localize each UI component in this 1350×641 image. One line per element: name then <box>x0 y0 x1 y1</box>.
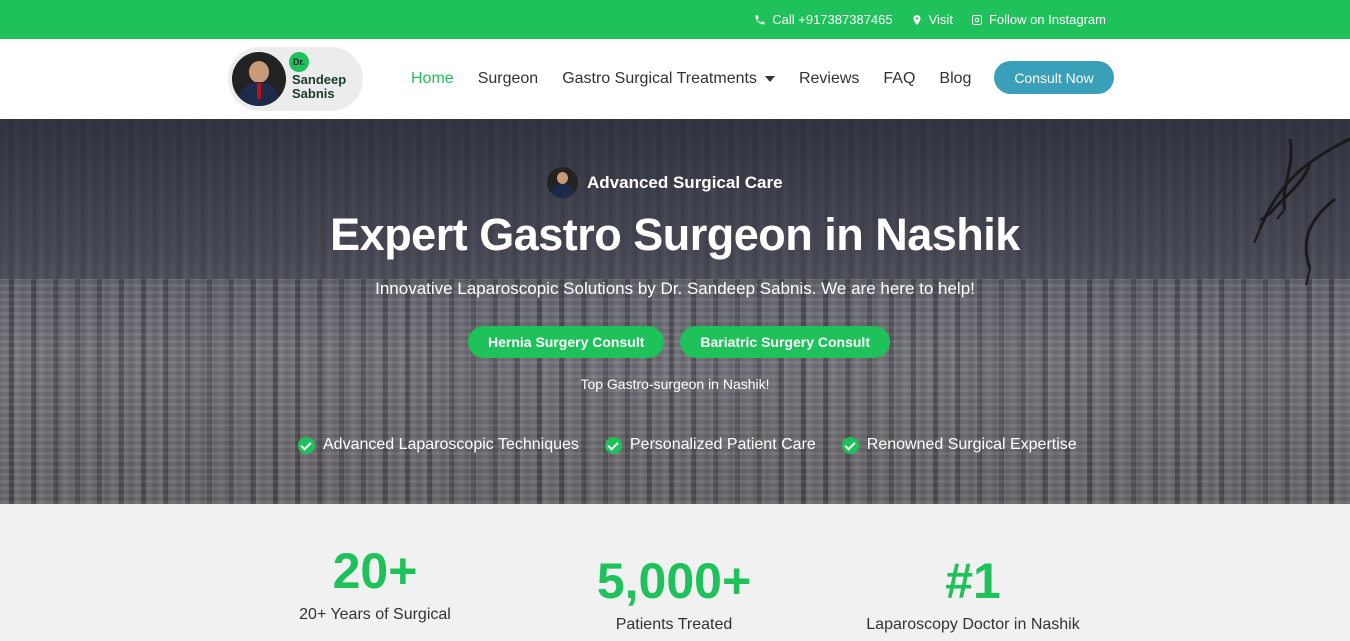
nav-item-home[interactable]: Home <box>411 70 454 88</box>
feature-label: Renowned Surgical Expertise <box>866 436 1077 453</box>
site-logo[interactable]: Dr. Sandeep Sabnis <box>228 47 363 111</box>
stat-number: 20+ <box>332 543 418 599</box>
call-label: Call +917387387465 <box>772 12 893 27</box>
stat-number: 5,000+ <box>596 553 752 609</box>
instagram-icon <box>971 14 982 25</box>
hero-subtitle: Innovative Laparoscopic Solutions by Dr.… <box>375 279 975 298</box>
feature-item: Personalized Patient Care <box>604 436 816 454</box>
feature-item: Renowned Surgical Expertise <box>841 436 1077 454</box>
check-circle-icon <box>604 436 622 454</box>
nav-item-surgeon[interactable]: Surgeon <box>478 70 539 88</box>
stat-number: #1 <box>945 553 1001 609</box>
hero-buttons: Hernia Surgery Consult Bariatric Surgery… <box>468 326 890 358</box>
stat-label: Laparoscopy Doctor in Nashik <box>866 616 1080 633</box>
nav-item-label: Gastro Surgical Treatments <box>562 70 757 87</box>
stat-years: 20+ 20+ Years of Surgical <box>245 542 505 624</box>
main-nav: Dr. Sandeep Sabnis Home Surgeon Gastro S… <box>0 39 1350 119</box>
hero-section: Advanced Surgical Care Expert Gastro Sur… <box>0 119 1350 504</box>
check-circle-icon <box>298 436 315 454</box>
nav-item-reviews[interactable]: Reviews <box>799 70 859 88</box>
logo-dr-badge: Dr. <box>289 52 309 72</box>
instagram-link[interactable]: Follow on Instagram <box>971 12 1106 27</box>
logo-name: Sandeep Sabnis <box>292 73 346 101</box>
feature-label: Personalized Patient Care <box>629 436 816 453</box>
caret-down-icon <box>764 76 775 82</box>
feature-list: Advanced Laparoscopic Techniques Persona… <box>298 436 1077 454</box>
top-bar: Call +917387387465 Visit Follow on Insta… <box>0 0 1350 39</box>
feature-label: Advanced Laparoscopic Techniques <box>323 436 579 453</box>
visit-label: Visit <box>928 12 953 27</box>
instagram-label: Follow on Instagram <box>988 12 1106 27</box>
check-circle-icon <box>841 436 859 454</box>
hero-badge: Advanced Surgical Care <box>547 167 783 198</box>
nav-item-blog[interactable]: Blog <box>939 70 971 88</box>
doctor-avatar <box>232 52 286 106</box>
stat-rank: #1 Laparoscopy Doctor in Nashik <box>843 552 1103 634</box>
bariatric-consult-button[interactable]: Bariatric Surgery Consult <box>680 326 890 358</box>
doctor-mini-avatar <box>547 167 578 198</box>
phone-icon <box>755 15 765 24</box>
feature-item: Advanced Laparoscopic Techniques <box>298 436 579 454</box>
nav-item-gastro-surgical-treatments[interactable]: Gastro Surgical Treatments <box>562 70 775 88</box>
consult-now-button[interactable]: Consult Now <box>994 61 1114 94</box>
logo-first-name: Sandeep <box>292 72 347 87</box>
hero-badge-text: Advanced Surgical Care <box>587 172 783 192</box>
map-pin-icon <box>913 14 921 25</box>
hero-tagline: Top Gastro-surgeon in Nashik! <box>580 376 770 392</box>
logo-last-name: Sabnis <box>292 86 335 101</box>
nav-menu: Home Surgeon Gastro Surgical Treatments … <box>411 70 971 88</box>
nav-item-faq[interactable]: FAQ <box>883 70 915 88</box>
call-link[interactable]: Call +917387387465 <box>754 12 893 27</box>
hernia-consult-button[interactable]: Hernia Surgery Consult <box>468 326 665 358</box>
stat-label: Patients Treated <box>615 616 733 633</box>
visit-link[interactable]: Visit <box>911 12 953 27</box>
stats-section: 20+ 20+ Years of Surgical 5,000+ Patient… <box>0 504 1350 641</box>
stat-label: 20+ Years of Surgical <box>299 606 451 623</box>
stat-patients: 5,000+ Patients Treated <box>544 552 804 634</box>
hero-title: Expert Gastro Surgeon in Nashik <box>330 209 1020 260</box>
